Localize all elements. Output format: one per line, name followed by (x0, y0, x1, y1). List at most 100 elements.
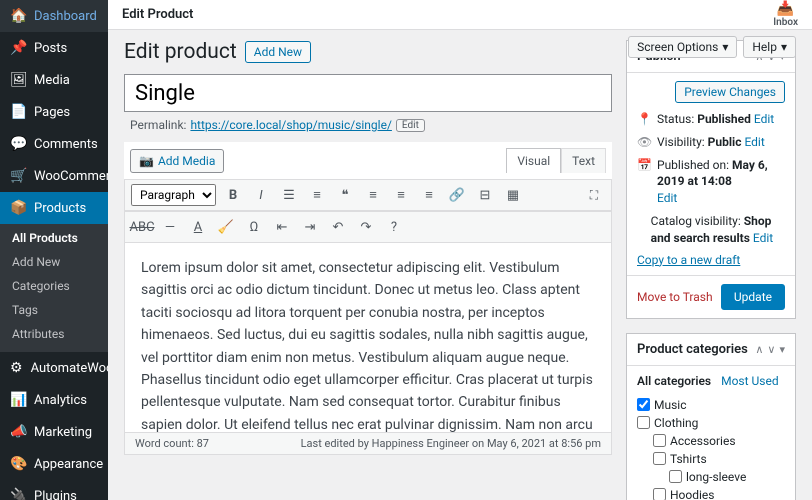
format-select[interactable]: Paragraph (131, 184, 216, 206)
submenu-add-new[interactable]: Add New (0, 250, 108, 274)
category-checkbox[interactable] (637, 398, 650, 411)
italic-icon[interactable]: I (250, 184, 272, 206)
sidebar-label: Products (34, 201, 86, 216)
sidebar-item-comments[interactable]: 💬Comments (0, 128, 108, 160)
editor-toolbar: Paragraph B I ☰ ≡ ❝ ≡ ≡ ≡ 🔗 ⊟ ▦ ⛶ (124, 179, 612, 211)
edit-date-link[interactable]: Edit (657, 191, 677, 205)
inbox-icon: 📥 (773, 1, 798, 17)
bullet-list-icon[interactable]: ☰ (278, 184, 300, 206)
sidebar-item-plugins[interactable]: 🔌Plugins (0, 480, 108, 500)
add-media-button[interactable]: 📷 Add Media (130, 149, 224, 173)
preview-button[interactable]: Preview Changes (675, 81, 785, 103)
toolbar-toggle-icon[interactable]: ▦ (502, 184, 524, 206)
sidebar-item-products[interactable]: 📦 Products (0, 192, 108, 224)
permalink-edit-button[interactable]: Edit (396, 119, 425, 132)
fullscreen-icon[interactable]: ⛶ (583, 184, 605, 206)
submenu-all-products[interactable]: All Products (0, 226, 108, 250)
clear-format-icon[interactable]: 🧹 (215, 216, 237, 238)
category-label: Hoodies (670, 488, 715, 500)
category-label: Accessories (670, 434, 736, 448)
products-icon: 📦 (10, 200, 26, 216)
help-icon[interactable]: ? (383, 216, 405, 238)
category-checkbox[interactable] (637, 416, 650, 429)
category-item: Tshirts (637, 450, 785, 468)
tab-all-categories[interactable]: All categories (637, 374, 711, 388)
bold-icon[interactable]: B (222, 184, 244, 206)
submenu-categories[interactable]: Categories (0, 274, 108, 298)
admin-sidebar: 🏠Dashboard 📌Posts 🖼Media 📄Pages 💬Comment… (0, 0, 108, 500)
sidebar-item-woocommerce[interactable]: 🛒WooCommerce (0, 160, 108, 192)
category-item: long-sleeve (637, 468, 785, 486)
tab-text[interactable]: Text (561, 148, 606, 173)
inbox-label: Inbox (773, 17, 798, 28)
align-right-icon[interactable]: ≡ (418, 184, 440, 206)
sidebar-item-automatewoo[interactable]: ⚙ AutomateWoo (0, 352, 108, 384)
update-button[interactable]: Update (721, 284, 785, 310)
number-list-icon[interactable]: ≡ (306, 184, 328, 206)
sidebar-label: AutomateWoo (31, 361, 108, 376)
chevron-down-icon: ▾ (781, 40, 787, 54)
outdent-icon[interactable]: ⇤ (271, 216, 293, 238)
sidebar-item-media[interactable]: 🖼Media (0, 64, 108, 96)
category-checkbox[interactable] (653, 488, 666, 500)
category-label: long-sleeve (686, 470, 746, 484)
sidebar-item-posts[interactable]: 📌Posts (0, 32, 108, 64)
product-title-input[interactable] (124, 74, 612, 112)
submenu-attributes[interactable]: Attributes (0, 322, 108, 346)
media-icon: 🖼 (10, 72, 26, 88)
automatewoo-icon: ⚙ (10, 360, 23, 376)
category-label: Music (654, 398, 686, 412)
sidebar-item-appearance[interactable]: 🎨Appearance (0, 448, 108, 480)
edit-catalog-link[interactable]: Edit (753, 231, 773, 245)
align-left-icon[interactable]: ≡ (362, 184, 384, 206)
categories-box: Product categories ∧∨▾ All categories Mo… (626, 333, 796, 500)
strikethrough-icon[interactable]: ABC (131, 216, 153, 238)
sidebar-item-marketing[interactable]: 📣Marketing (0, 416, 108, 448)
copy-draft-link[interactable]: Copy to a new draft (637, 253, 740, 267)
permalink-label: Permalink: (130, 118, 186, 132)
more-icon[interactable]: ⊟ (474, 184, 496, 206)
edit-visibility-link[interactable]: Edit (744, 135, 764, 149)
sidebar-item-analytics[interactable]: 📊Analytics (0, 384, 108, 416)
category-checkbox[interactable] (653, 452, 666, 465)
editor-body[interactable]: Lorem ipsum dolor sit amet, consectetur … (124, 243, 612, 433)
add-new-button[interactable]: Add New (245, 41, 311, 63)
undo-icon[interactable]: ↶ (327, 216, 349, 238)
submenu-tags[interactable]: Tags (0, 298, 108, 322)
chevron-down-icon: ▾ (722, 40, 728, 54)
align-center-icon[interactable]: ≡ (390, 184, 412, 206)
link-icon[interactable]: 🔗 (446, 184, 468, 206)
pages-icon: 📄 (10, 104, 26, 120)
hr-icon[interactable]: — (159, 216, 181, 238)
collapse-icon[interactable]: ▾ (779, 343, 785, 356)
edit-status-link[interactable]: Edit (754, 112, 774, 126)
text-color-icon[interactable]: A (187, 216, 209, 238)
products-submenu: All Products Add New Categories Tags Att… (0, 224, 108, 352)
topbar: Edit Product 📥 Inbox (108, 0, 812, 30)
help-button[interactable]: Help▾ (743, 36, 796, 58)
inbox-button[interactable]: 📥 Inbox (773, 1, 798, 28)
sidebar-item-dashboard[interactable]: 🏠Dashboard (0, 0, 108, 32)
plugins-icon: 🔌 (10, 488, 26, 500)
category-checkbox[interactable] (669, 470, 682, 483)
redo-icon[interactable]: ↷ (355, 216, 377, 238)
media-icon: 📷 (139, 154, 154, 168)
sidebar-item-pages[interactable]: 📄Pages (0, 96, 108, 128)
move-to-trash-link[interactable]: Move to Trash (637, 290, 713, 304)
dashboard-icon: 🏠 (10, 8, 26, 24)
word-count: Word count: 87 (135, 437, 209, 450)
screen-options-button[interactable]: Screen Options▾ (628, 36, 737, 58)
indent-icon[interactable]: ⇥ (299, 216, 321, 238)
special-char-icon[interactable]: Ω (243, 216, 265, 238)
quote-icon[interactable]: ❝ (334, 184, 356, 206)
topbar-title: Edit Product (122, 7, 193, 22)
permalink-url[interactable]: https://core.local/shop/music/single/ (190, 118, 391, 132)
category-checkbox[interactable] (653, 434, 666, 447)
marketing-icon: 📣 (10, 424, 26, 440)
tab-most-used[interactable]: Most Used (721, 374, 779, 388)
move-down-icon[interactable]: ∨ (767, 343, 775, 356)
status-icon: 📍 (637, 111, 651, 128)
calendar-icon: 📅 (637, 157, 651, 174)
move-up-icon[interactable]: ∧ (755, 343, 763, 356)
tab-visual[interactable]: Visual (506, 148, 561, 173)
